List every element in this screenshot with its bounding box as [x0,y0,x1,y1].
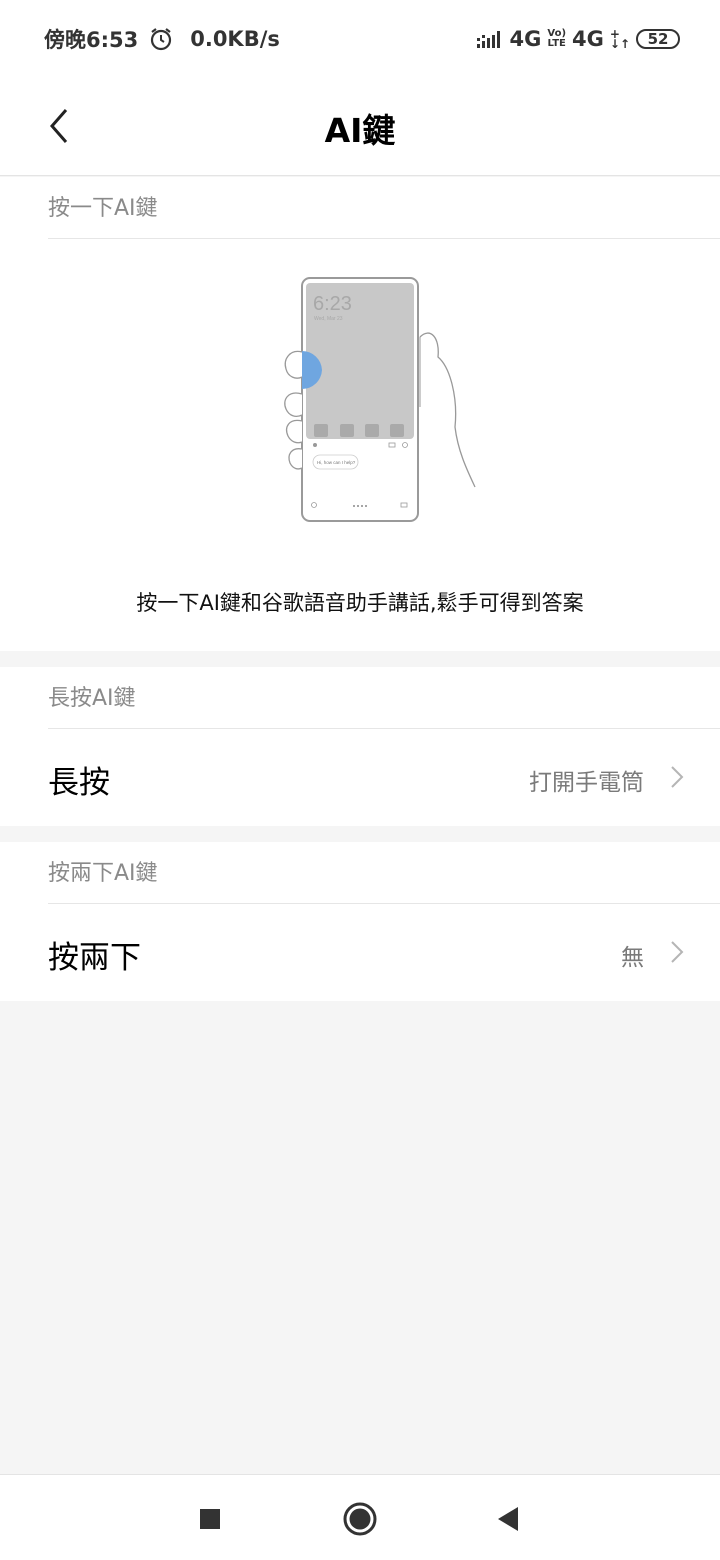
status-left: 傍晚6:53 0.0KB/s [44,24,280,54]
phone-illustration: 6:23 Wed, Mar 23 Hi, how can I help? [280,277,480,527]
long-press-card: 長按AI鍵 長按 打開手電筒 [0,667,720,826]
data-arrows-icon: + ↓↑ [609,27,630,51]
illus-clock: 6:23 [313,293,352,315]
left-finger-4 [288,448,303,470]
long-press-row[interactable]: 長按 打開手電筒 [0,729,720,825]
triangle-back-icon[interactable] [488,1497,532,1541]
app-header: AI鍵 [0,78,720,176]
network-type-1: 4G [509,27,542,51]
single-press-header: 按一下AI鍵 [48,177,720,239]
net-speed: 0.0KB/s [190,27,280,51]
double-press-row[interactable]: 按兩下 無 [0,904,720,1000]
square-icon[interactable] [188,1497,232,1541]
long-press-label: 長按 [48,765,110,801]
long-press-header: 長按AI鍵 [48,667,720,729]
network-type-2: 4G [572,27,604,51]
illus-assistant-prompt: Hi, how can I help? [317,460,356,465]
circle-icon[interactable] [338,1497,382,1541]
illus-date: Wed, Mar 23 [314,316,343,322]
volte-icon: Vo) LTE [547,29,566,49]
status-time: 傍晚6:53 [44,28,139,52]
single-press-card: 按一下AI鍵 6:23 Wed, Mar 23 Hi, how can I he… [0,177,720,651]
signal-icon [476,28,504,50]
single-press-caption: 按一下AI鍵和谷歌語音助手講話,鬆手可得到答案 [136,591,584,615]
volte-bottom: LTE [547,38,566,49]
double-press-header: 按兩下AI鍵 [48,842,720,904]
left-finger-2 [284,392,303,417]
double-press-label: 按兩下 [48,940,141,976]
status-bar: 傍晚6:53 0.0KB/s 4G Vo) LTE 4G + ↓↑ 52 [0,0,720,78]
chevron-right-icon [670,765,684,789]
alarm-clock-icon [148,26,174,52]
left-finger-3 [286,419,303,444]
battery-indicator: 52 [636,29,680,49]
chevron-right-icon [670,940,684,964]
double-press-value: 無 [621,945,644,971]
long-press-value: 打開手電筒 [529,770,644,796]
page-title: AI鍵 [324,111,396,150]
right-hand-outline [419,332,476,488]
status-right: 4G Vo) LTE 4G + ↓↑ 52 [476,27,680,51]
double-press-card: 按兩下AI鍵 按兩下 無 [0,842,720,1001]
system-nav-bar [0,1474,720,1560]
left-finger-1 [284,350,303,379]
